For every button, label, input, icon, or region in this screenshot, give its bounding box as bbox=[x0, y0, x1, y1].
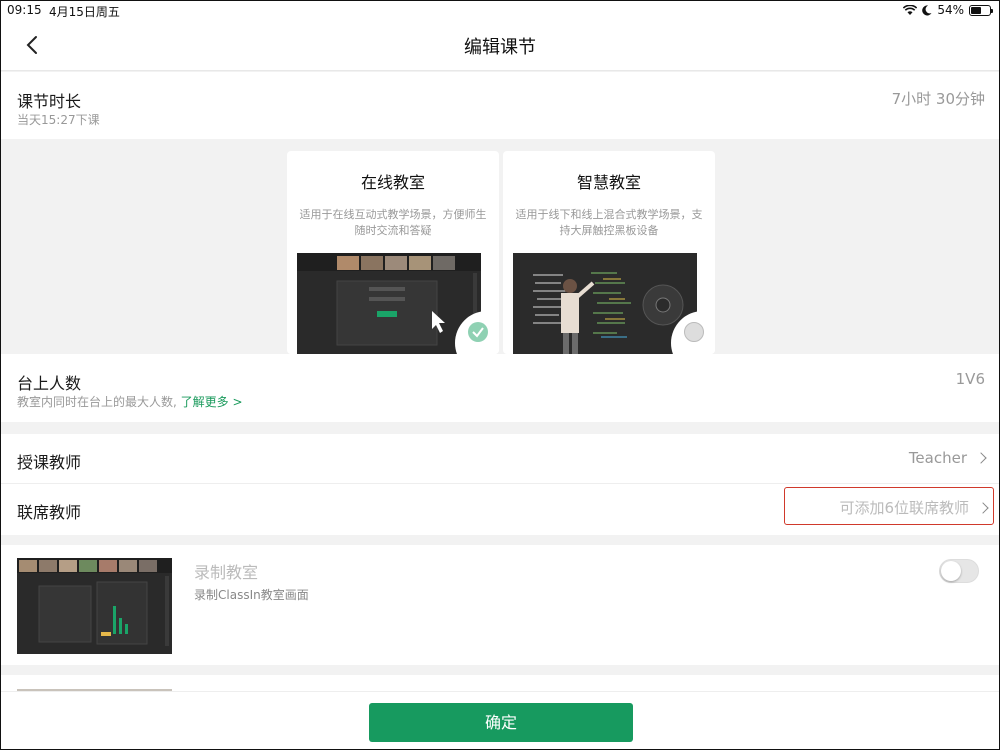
co-teacher-row[interactable]: 联席教师 可添加6位联席教师 bbox=[1, 484, 999, 535]
teacher-value: Teacher bbox=[908, 449, 967, 467]
mode-card-smart[interactable]: 智慧教室 适用于线下和线上混合式教学场景，支持大屏触控黑板设备 bbox=[503, 151, 715, 354]
duration-label: 课节时长 bbox=[17, 92, 82, 111]
toggle-knob bbox=[941, 561, 961, 581]
record-title: 录制教室 bbox=[194, 563, 259, 582]
chevron-right-icon bbox=[977, 502, 989, 514]
check-icon bbox=[468, 322, 488, 342]
record-row: 录制教室 录制ClassIn教室画面 bbox=[1, 545, 999, 665]
mode-title: 在线教室 bbox=[360, 173, 425, 192]
record-description: 录制ClassIn教室画面 bbox=[194, 588, 309, 602]
status-time: 09:15 bbox=[7, 3, 42, 17]
record-preview-image bbox=[17, 558, 172, 654]
section-divider bbox=[1, 665, 999, 675]
seats-label: 台上人数 bbox=[17, 374, 82, 393]
status-date: 4月15日周五 bbox=[49, 5, 120, 19]
seats-value: 1V6 bbox=[955, 370, 985, 388]
online-classroom-preview-image bbox=[297, 253, 481, 354]
seats-description: 教室内同时在台上的最大人数, 了解更多 > bbox=[17, 393, 243, 410]
unchecked-circle-icon bbox=[684, 322, 704, 342]
moon-icon bbox=[922, 4, 932, 15]
teacher-value-group: Teacher bbox=[908, 449, 987, 467]
learn-more-link[interactable]: 了解更多 > bbox=[181, 395, 243, 409]
duration-end-time: 当天15:27下课 bbox=[17, 113, 100, 127]
mode-title: 智慧教室 bbox=[576, 173, 641, 192]
mode-desc: 适用于线下和线上混合式教学场景，支持大屏触控黑板设备 bbox=[515, 208, 703, 237]
wifi-icon bbox=[903, 4, 918, 15]
seats-row[interactable]: 台上人数 教室内同时在台上的最大人数, 了解更多 > 1V6 bbox=[1, 354, 999, 422]
next-row-partial bbox=[1, 675, 999, 693]
mode-desc: 适用于在线互动式教学场景，方便师生随时交流和答疑 bbox=[299, 208, 487, 237]
co-teacher-highlight-box[interactable]: 可添加6位联席教师 bbox=[784, 487, 994, 525]
seats-desc-text: 教室内同时在台上的最大人数, bbox=[17, 395, 177, 409]
smart-classroom-preview-image bbox=[513, 253, 697, 354]
record-toggle[interactable] bbox=[939, 559, 979, 583]
confirm-button[interactable]: 确定 bbox=[369, 703, 633, 742]
chevron-right-icon bbox=[975, 452, 987, 464]
duration-row[interactable]: 课节时长 当天15:27下课 7小时 30分钟 bbox=[1, 72, 999, 139]
section-divider bbox=[1, 535, 999, 545]
status-bar: 09:15 4月15日周五 54% bbox=[1, 1, 999, 21]
classroom-mode-area: 在线教室 适用于在线互动式教学场景，方便师生随时交流和答疑 智慧教室 适用于线下… bbox=[1, 139, 999, 354]
teacher-label: 授课教师 bbox=[17, 453, 82, 472]
duration-value: 7小时 30分钟 bbox=[891, 90, 985, 108]
co-teacher-label: 联席教师 bbox=[17, 503, 82, 522]
page-title: 编辑课节 bbox=[464, 37, 536, 58]
battery-percent: 54% bbox=[937, 3, 964, 17]
battery-icon bbox=[969, 4, 993, 16]
mode-card-online[interactable]: 在线教室 适用于在线互动式教学场景，方便师生随时交流和答疑 bbox=[287, 151, 499, 354]
co-teacher-value-group: 可添加6位联席教师 bbox=[839, 497, 989, 518]
bottom-action-bar: 确定 bbox=[1, 691, 999, 749]
nav-bar: 编辑课节 bbox=[1, 21, 999, 71]
section-divider bbox=[1, 422, 999, 434]
co-teacher-value: 可添加6位联席教师 bbox=[839, 499, 969, 517]
teacher-row[interactable]: 授课教师 Teacher bbox=[1, 434, 999, 484]
